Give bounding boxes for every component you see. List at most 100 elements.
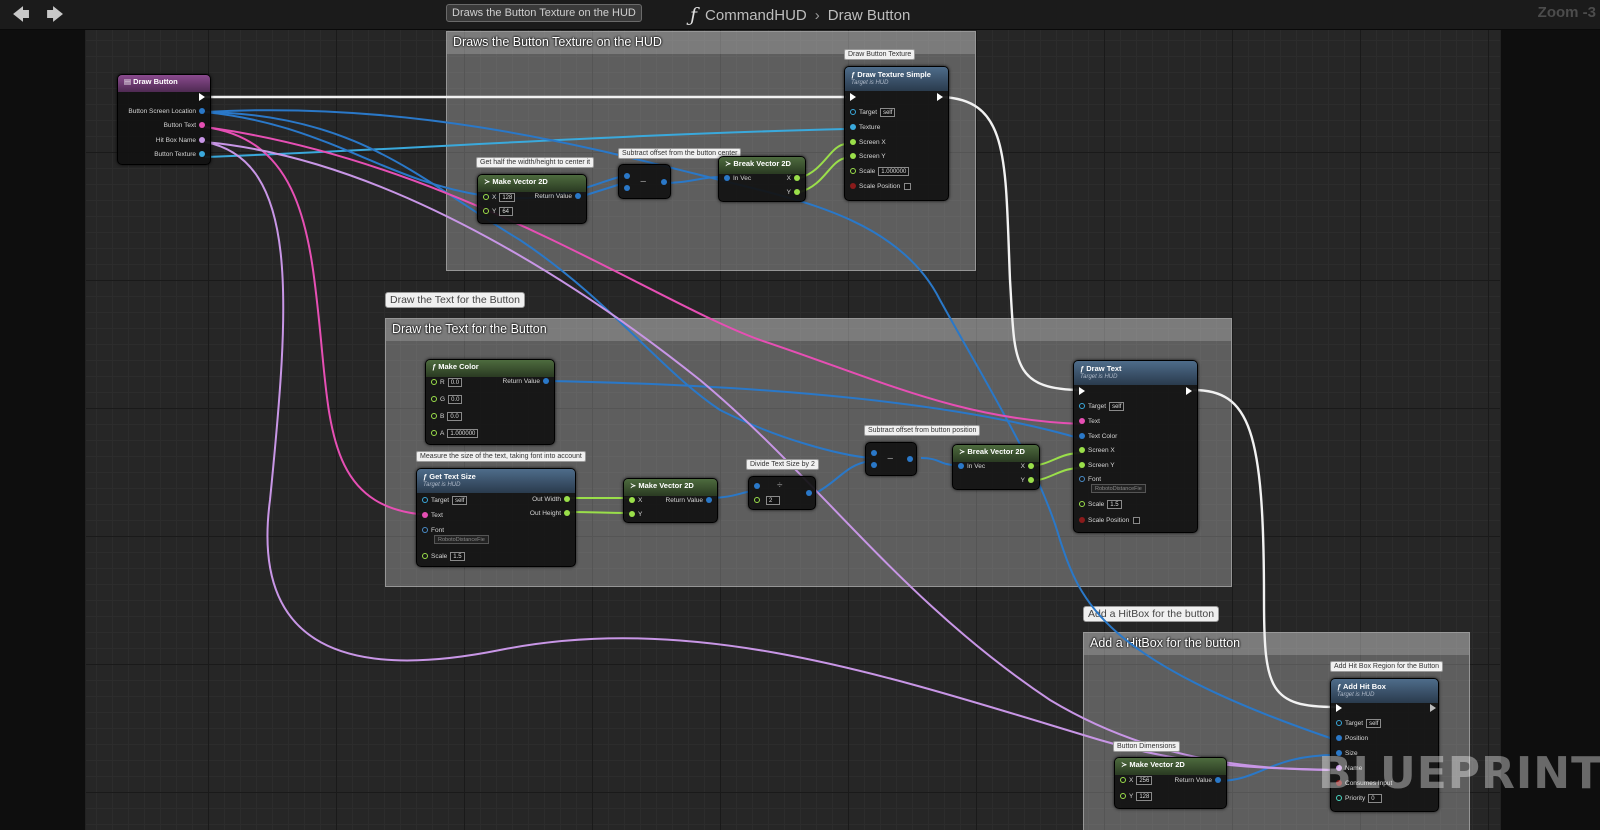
pin-texture[interactable]: Texture (847, 122, 880, 134)
font-dropdown[interactable]: RobotoDistanceFie (1088, 483, 1146, 495)
exec-out-pin[interactable] (196, 92, 208, 104)
pin-b[interactable]: B 0.0 (428, 411, 462, 423)
pin-return-value[interactable]: Return Value (503, 376, 552, 388)
node-comment[interactable]: Button Dimensions (1113, 741, 1180, 752)
pin-g[interactable]: G 0.0 (428, 394, 463, 406)
target-field[interactable]: self (880, 107, 896, 117)
pin-y[interactable]: Y 64 (480, 206, 514, 218)
scale-field[interactable]: 1.5 (450, 551, 465, 561)
pin-b[interactable] (621, 183, 633, 195)
font-dropdown[interactable]: RobotoDistanceFie (431, 534, 489, 546)
pin-r[interactable]: R 0.0 (428, 377, 463, 389)
node-comment[interactable]: Measure the size of the text, taking fon… (416, 451, 586, 462)
pin-out-width[interactable]: Out Width (532, 494, 573, 506)
pin-return-value[interactable]: Return Value (1175, 775, 1224, 787)
pin-screen-x[interactable]: Screen X (847, 137, 886, 149)
pin-scale[interactable]: Scale 1.5 (1076, 499, 1122, 511)
target-field[interactable]: self (452, 495, 468, 505)
exec-in-pin[interactable] (1076, 386, 1088, 398)
a-field[interactable]: 1.000000 (447, 428, 479, 438)
pin-out[interactable] (658, 177, 670, 189)
b-field[interactable]: 0.0 (447, 411, 462, 421)
pin-out-height[interactable]: Out Height (530, 508, 573, 520)
subtract-node[interactable]: − (865, 442, 917, 476)
pin-button-texture[interactable]: Button Texture (154, 149, 208, 161)
breadcrumb-function[interactable]: Draw Button (828, 7, 911, 24)
g-field[interactable]: 0.0 (448, 394, 463, 404)
pin-text[interactable]: Text (1076, 416, 1100, 428)
get-text-size-node[interactable]: ƒ Get Text Size Target is HUD Target self … (416, 468, 576, 567)
arrow-left-icon[interactable]: 🡄 (10, 5, 32, 25)
y-value-field[interactable]: 128 (1136, 791, 1153, 801)
pin-target[interactable]: Target self (847, 107, 896, 119)
breadcrumb-graph[interactable]: CommandHUD (705, 7, 807, 24)
pin-y[interactable]: Y (626, 509, 642, 521)
exec-in-pin[interactable] (847, 92, 859, 104)
node-comment[interactable]: Divide Text Size by 2 (746, 459, 819, 470)
scale-position-checkbox[interactable] (1133, 516, 1141, 524)
pin-text-color[interactable]: Text Color (1076, 431, 1117, 443)
pin-position[interactable]: Position (1333, 733, 1368, 745)
target-field[interactable]: self (1109, 401, 1125, 411)
make-vector-2d-node[interactable]: ≻ Make Vector 2D X 128 Y 64 Return Value (477, 174, 587, 224)
pin-screen-y[interactable]: Screen Y (1076, 460, 1115, 472)
draw-texture-simple-node[interactable]: ƒ Draw Texture Simple Target is HUD Targe… (844, 66, 949, 201)
x-value-field[interactable]: 128 (499, 192, 516, 202)
pin-screen-y[interactable]: Screen Y (847, 151, 886, 163)
pin-out[interactable] (803, 488, 815, 500)
target-field[interactable]: self (1366, 718, 1382, 728)
pin-a[interactable]: A 1.000000 (428, 428, 479, 440)
pin-target[interactable]: Target self (1333, 718, 1382, 730)
function-entry-node[interactable]: ▤ Draw Button Button Screen Location But… (117, 74, 211, 165)
pin-in-vec[interactable]: In Vec (721, 173, 751, 185)
pin-out[interactable] (904, 454, 916, 466)
pin-target[interactable]: Target self (419, 495, 468, 507)
scale-position-checkbox[interactable] (904, 182, 912, 190)
exec-out-pin[interactable] (1418, 703, 1436, 715)
pin-screen-x[interactable]: Screen X (1076, 445, 1115, 457)
arrow-right-icon[interactable]: 🡆 (44, 5, 66, 25)
pin-b[interactable] (868, 460, 880, 472)
node-comment[interactable]: Add Hit Box Region for the Button (1330, 661, 1444, 672)
pin-x[interactable]: X 256 (1117, 775, 1153, 787)
divide-node[interactable]: 2 ÷ (748, 476, 816, 510)
pin-target[interactable]: Target self (1076, 401, 1125, 413)
x-value-field[interactable]: 256 (1136, 775, 1153, 785)
pin-x-out[interactable]: X (1021, 461, 1037, 473)
exec-out-pin[interactable] (934, 92, 946, 104)
pin-text[interactable]: Text (419, 510, 443, 522)
break-vector-2d-node[interactable]: ≻ Break Vector 2D In Vec X Y (952, 444, 1040, 490)
break-vector-2d-node[interactable]: ≻ Break Vector 2D In Vec X Y (718, 156, 806, 202)
r-field[interactable]: 0.0 (447, 377, 463, 387)
pin-b[interactable]: 2 (751, 495, 780, 507)
pin-button-text[interactable]: Button Text (164, 120, 208, 132)
pin-x[interactable]: X (626, 495, 642, 507)
pin-hitbox-name[interactable]: Hit Box Name (156, 135, 208, 147)
pin-y-out[interactable]: Y (1021, 475, 1037, 487)
subtract-node[interactable]: − (618, 164, 671, 199)
make-vector-2d-node[interactable]: ≻ Make Vector 2D X 256 Y 128 Return Value (1114, 757, 1227, 809)
pin-scale[interactable]: Scale 1.5 (419, 551, 465, 563)
pin-x-out[interactable]: X (787, 173, 803, 185)
scale-field[interactable]: 1.5 (1107, 499, 1122, 509)
pin-scale-position[interactable]: Scale Position (1076, 515, 1141, 527)
pin-in-vec[interactable]: In Vec (955, 461, 985, 473)
pin-scale-position[interactable]: Scale Position (847, 181, 912, 193)
pin-a[interactable] (621, 171, 633, 183)
divisor-field[interactable]: 2 (766, 495, 780, 505)
pin-a[interactable] (751, 481, 763, 493)
make-vector-2d-node[interactable]: ≻ Make Vector 2D X Y Return Value (623, 478, 718, 523)
pin-a[interactable] (868, 448, 880, 460)
make-color-node[interactable]: ƒ Make Color R 0.0 G 0.0 B 0.0 A 1.000000 Re… (425, 359, 555, 445)
pin-y[interactable]: Y 128 (1117, 791, 1153, 803)
pin-return-value[interactable]: Return Value (666, 495, 715, 507)
node-comment[interactable]: Get half the width/height to center it (476, 157, 595, 168)
pin-button-screen-location[interactable]: Button Screen Location (128, 106, 208, 118)
node-comment[interactable]: Draw Button Texture (844, 49, 916, 60)
node-comment[interactable]: Subtract offset from button position (864, 425, 981, 436)
scale-field[interactable]: 1.000000 (878, 166, 910, 176)
exec-in-pin[interactable] (1333, 703, 1345, 715)
y-value-field[interactable]: 64 (499, 206, 514, 216)
pin-return-value[interactable]: Return Value (535, 191, 584, 203)
pin-scale[interactable]: Scale 1.000000 (847, 166, 910, 178)
